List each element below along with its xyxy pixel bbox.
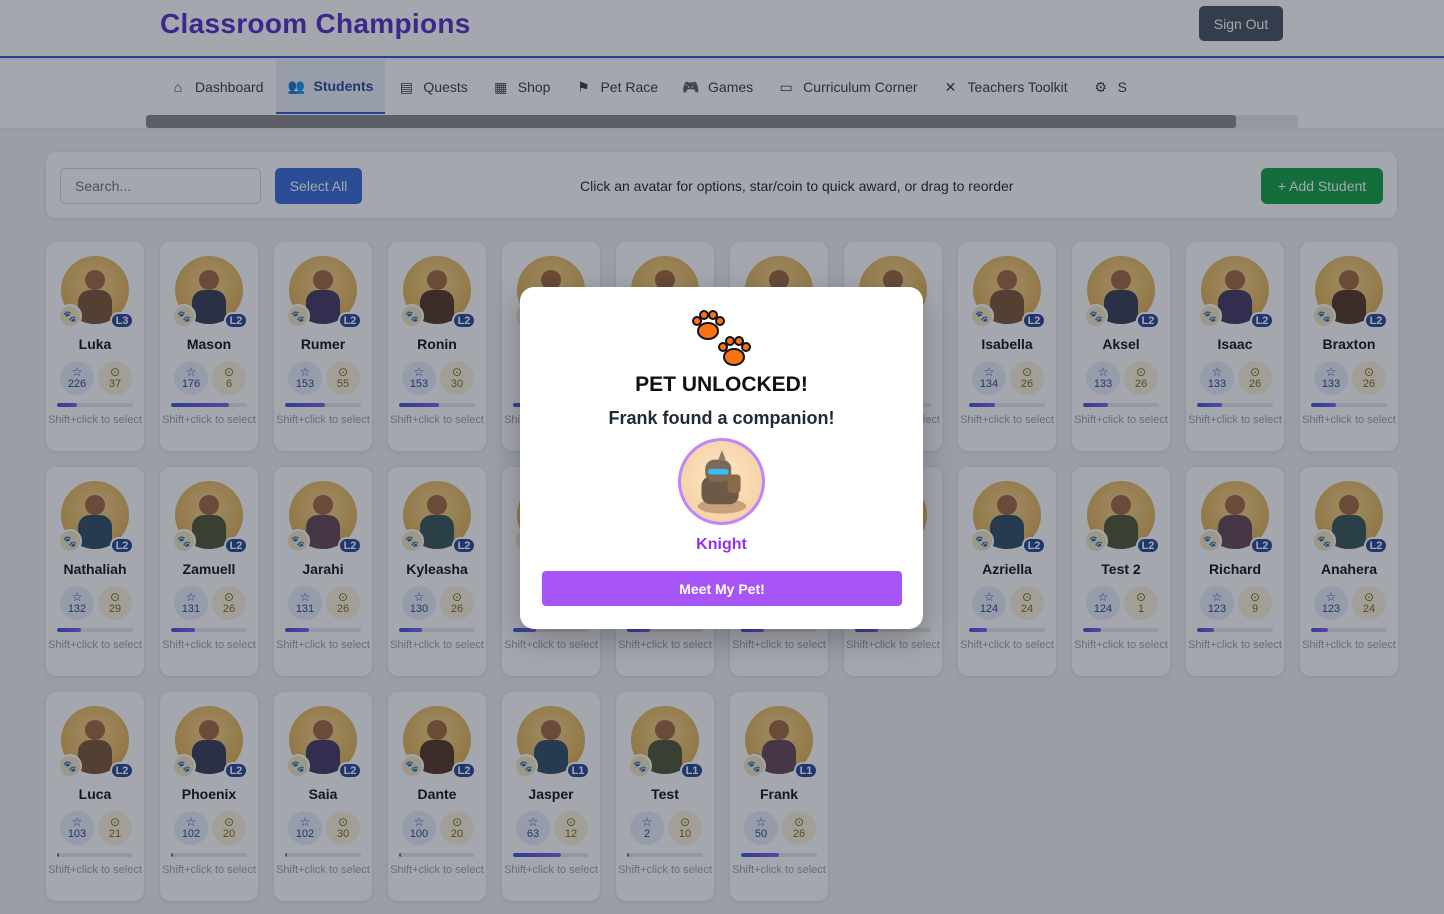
knight-pet-image — [697, 450, 747, 514]
modal-title: PET UNLOCKED! — [635, 373, 808, 396]
pet-name: Knight — [696, 536, 747, 553]
pet-portrait — [678, 438, 765, 525]
pet-unlocked-modal: PET UNLOCKED! Frank found a companion! K… — [520, 287, 923, 629]
modal-subtitle: Frank found a companion! — [608, 408, 835, 428]
paw-prints-icon — [692, 310, 751, 366]
meet-my-pet-button[interactable]: Meet My Pet! — [542, 571, 902, 606]
